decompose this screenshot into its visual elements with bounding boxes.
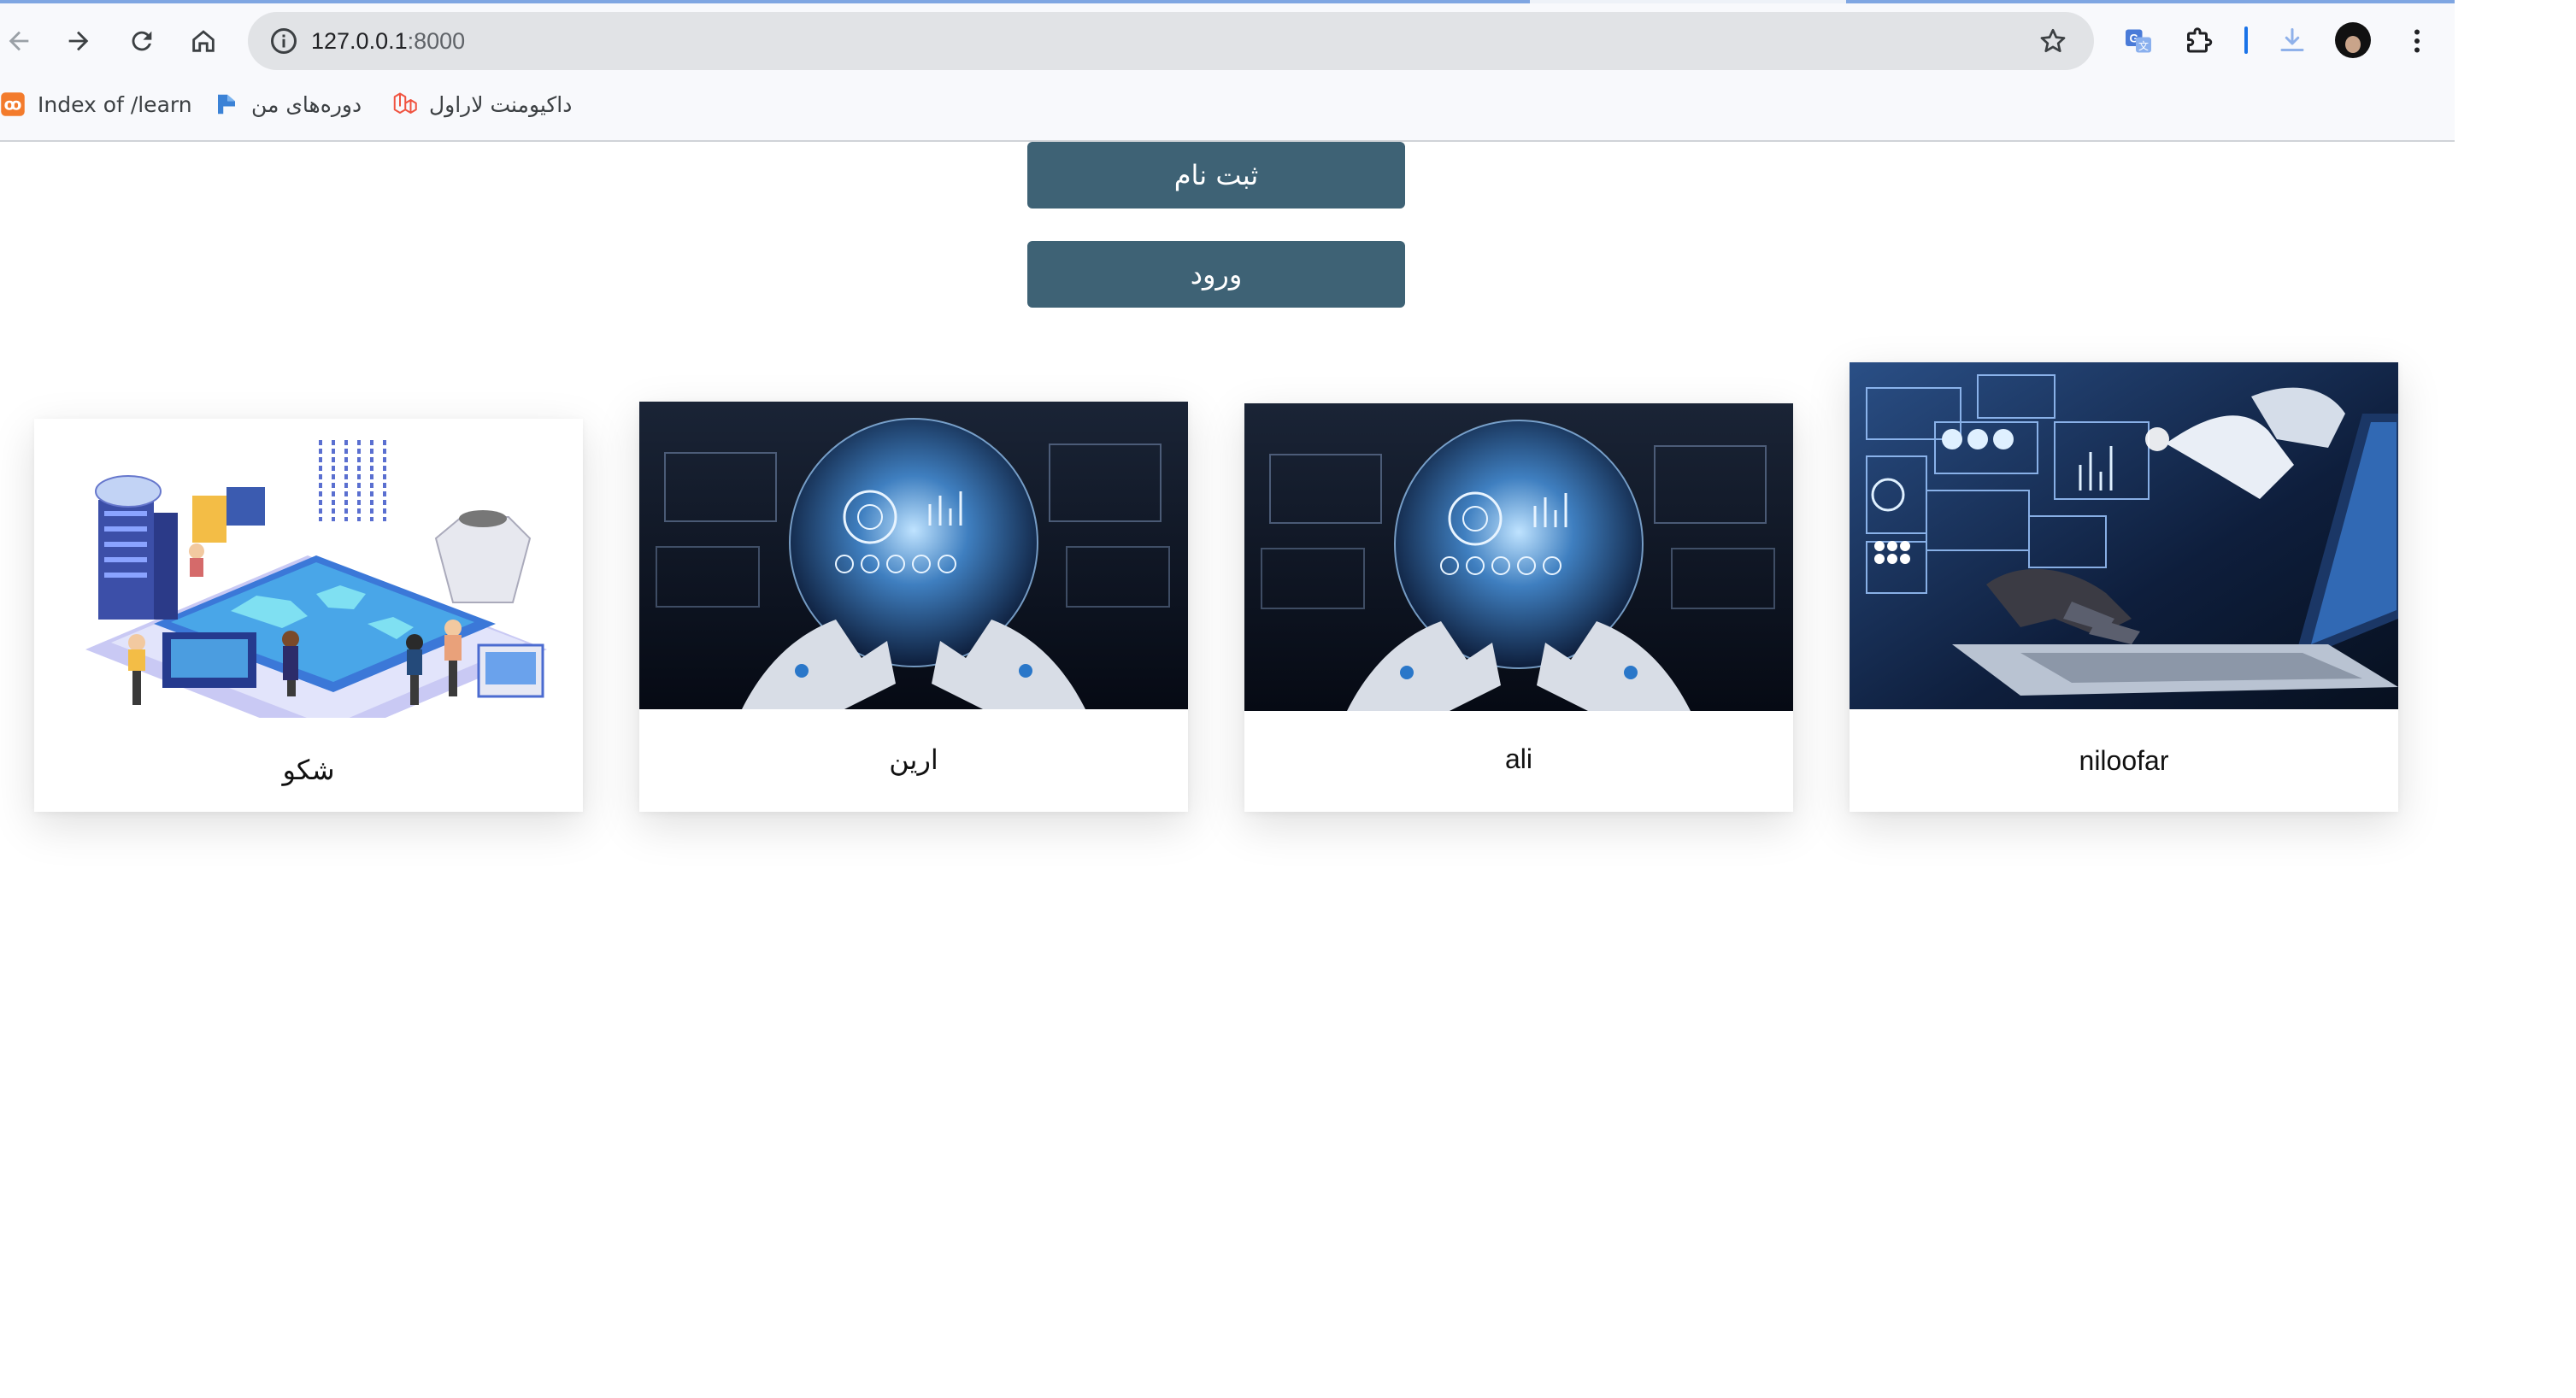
star-icon[interactable] [2038, 26, 2068, 56]
page-content: ثبت نام ورود شکو ارین ali niloofar [0, 142, 2455, 1398]
tab-strip-edge [0, 0, 2455, 3]
bookmark-label: داکیومنت لاراول [429, 91, 573, 117]
arrow-right-icon [68, 31, 89, 51]
extensions-button[interactable] [2178, 19, 2222, 63]
reload-button[interactable] [120, 19, 164, 63]
card-name: ارین [889, 744, 938, 775]
svg-text:ꝏ: ꝏ [4, 96, 22, 114]
avatar[interactable] [2335, 22, 2371, 58]
url-text[interactable]: 127.0.0.1:8000 [311, 12, 465, 70]
bookmark-index-learn[interactable]: ꝏ Index of /learn [0, 82, 192, 126]
translate-icon: G文 [2126, 29, 2151, 53]
bookmarks-bar: ꝏ Index of /learn دوره‌های من داکیومنت ل… [0, 82, 769, 126]
translate-button[interactable]: G文 [2116, 19, 2161, 63]
back-button[interactable] [0, 19, 41, 63]
bookmark-laravel-docs[interactable]: داکیومنت لاراول [391, 82, 572, 126]
reload-icon [132, 31, 152, 51]
card-image [34, 419, 583, 718]
card-1[interactable]: شکو [34, 419, 583, 812]
bookmark-my-courses[interactable]: دوره‌های من [214, 82, 362, 126]
home-icon [192, 30, 215, 52]
card-name: شکو [282, 755, 335, 785]
url-port: :8000 [407, 28, 466, 54]
downloads-button[interactable] [2270, 19, 2314, 63]
bookmark-label: دوره‌های من [251, 91, 362, 117]
puzzle-icon [2187, 27, 2213, 53]
browser-toolbar: 127.0.0.1:8000 G文 ꝏ Index of /learn دوره… [0, 0, 2455, 142]
card-2[interactable]: ارین [639, 402, 1188, 812]
more-vert-icon [2414, 29, 2420, 53]
home-button[interactable] [181, 19, 226, 63]
xampp-icon: ꝏ [1, 92, 25, 116]
toolbar-divider [2244, 26, 2248, 54]
bookmark-label: Index of /learn [38, 91, 192, 117]
card-4[interactable]: niloofar [1850, 362, 2398, 812]
arrow-left-icon [9, 31, 29, 51]
card-name: ali [1504, 743, 1532, 774]
forward-button[interactable] [56, 19, 101, 63]
address-bar[interactable]: 127.0.0.1:8000 [248, 12, 2094, 70]
menu-button[interactable] [2395, 19, 2439, 63]
info-icon[interactable] [268, 26, 299, 56]
download-icon [2280, 28, 2304, 51]
svg-text:文: 文 [2138, 39, 2149, 52]
card-image [1850, 362, 2398, 709]
course-icon [218, 94, 235, 115]
card-3[interactable]: ali [1244, 403, 1793, 812]
card-image [1244, 403, 1793, 711]
card-image [639, 402, 1188, 709]
card-name: niloofar [2079, 745, 2169, 776]
login-button[interactable]: ورود [1027, 241, 1405, 308]
laravel-icon [393, 92, 417, 114]
register-button[interactable]: ثبت نام [1027, 142, 1405, 209]
url-host: 127.0.0.1 [311, 28, 408, 54]
